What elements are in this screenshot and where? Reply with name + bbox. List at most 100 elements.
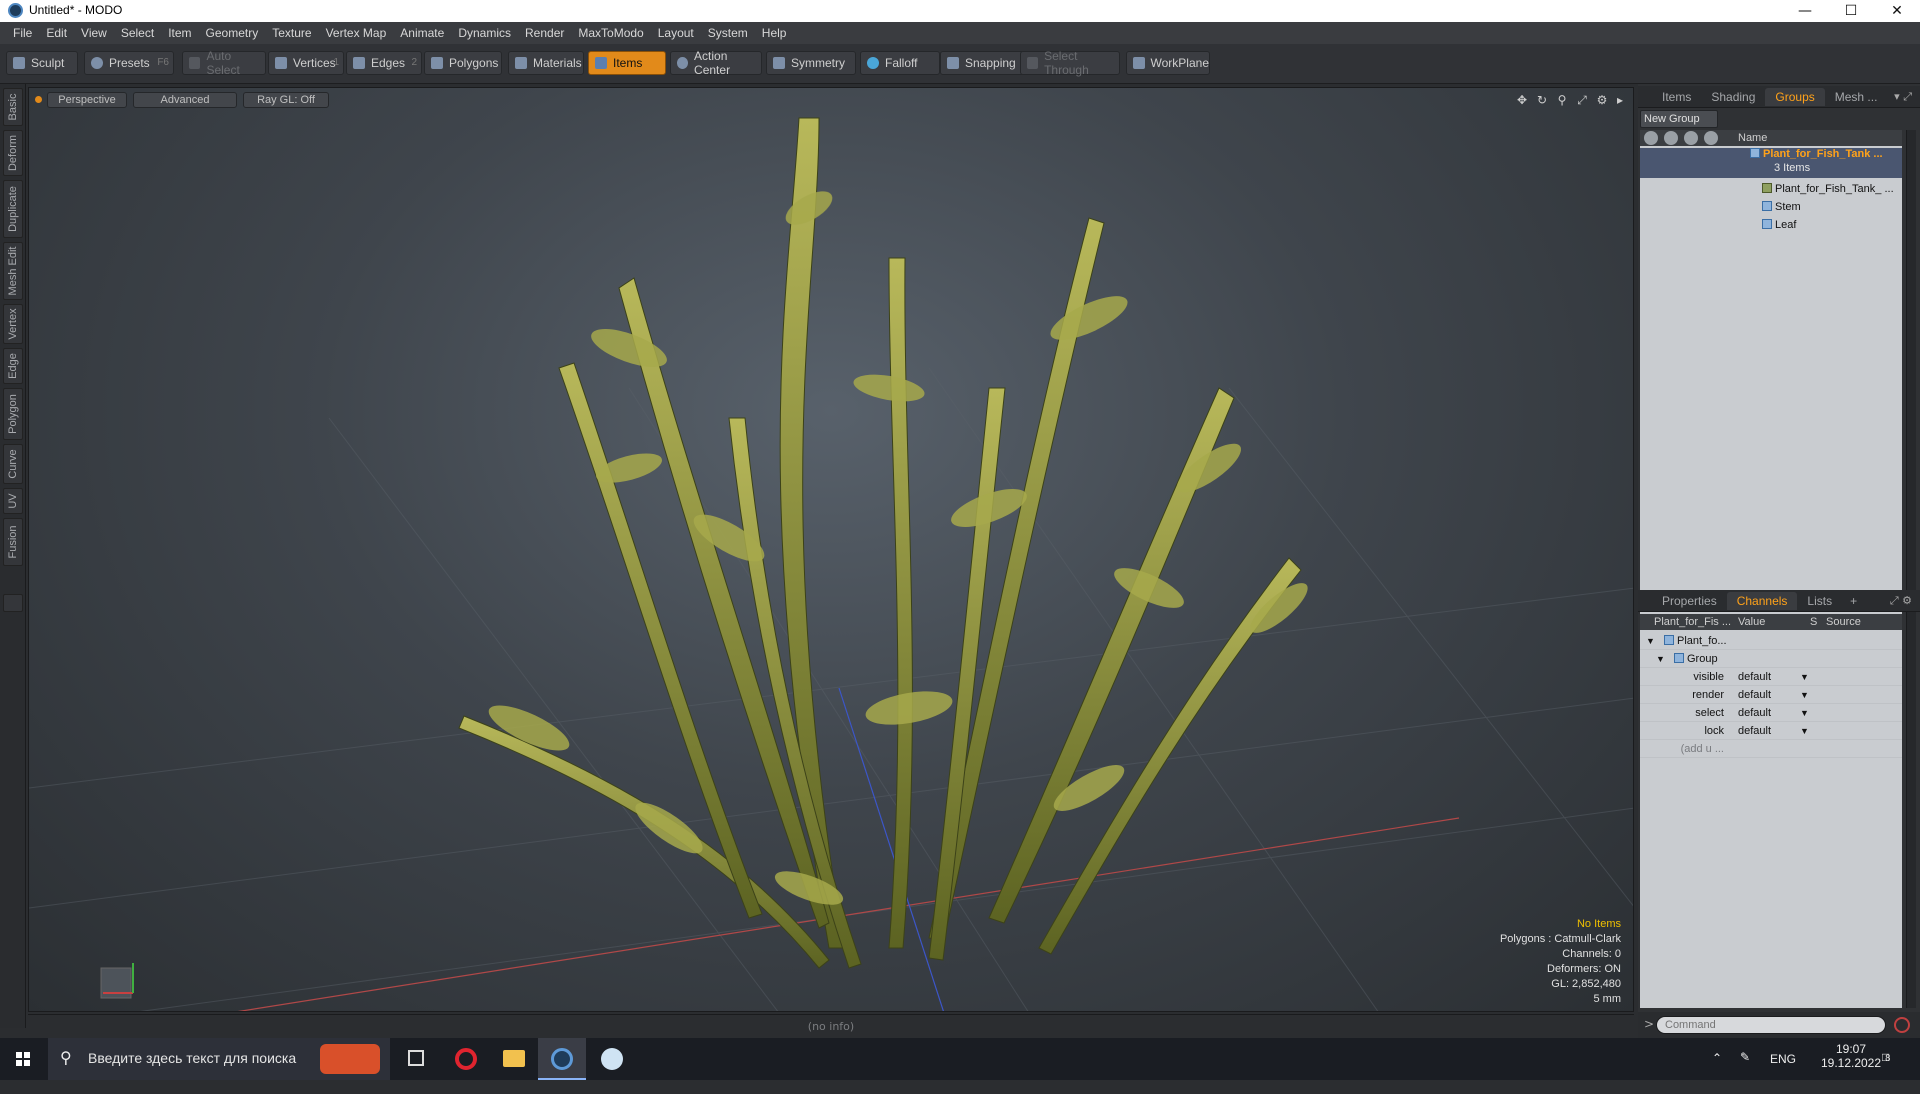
move-view-icon[interactable]: ✥ xyxy=(1515,93,1529,107)
table-row[interactable]: select default ▼ xyxy=(1640,704,1902,722)
3d-viewport[interactable]: Perspective Advanced Ray GL: Off ✥ ↻ ⚲ ⤢… xyxy=(28,87,1634,1012)
zoom-view-icon[interactable]: ⚲ xyxy=(1555,93,1569,107)
group-row-plant[interactable]: Plant_for_Fish_Tank ... 3 Items xyxy=(1640,148,1902,178)
chevron-down-icon[interactable]: ▼ xyxy=(1800,686,1809,704)
sculpt-button[interactable]: Sculpt xyxy=(6,51,78,75)
presets-button[interactable]: Presets F6 xyxy=(84,51,174,75)
snapping-button[interactable]: Snapping xyxy=(940,51,1024,75)
raygl-button[interactable]: Ray GL: Off xyxy=(243,92,329,108)
vertices-button[interactable]: Vertices 1 xyxy=(268,51,344,75)
rotate-view-icon[interactable]: ↻ xyxy=(1535,93,1549,107)
materials-button[interactable]: Materials xyxy=(508,51,584,75)
table-row[interactable]: visible default ▼ xyxy=(1640,668,1902,686)
menu-animate[interactable]: Animate xyxy=(393,26,451,40)
channel-value[interactable]: default xyxy=(1738,704,1771,722)
channel-value[interactable]: default xyxy=(1738,722,1771,740)
select-toggle-icon[interactable] xyxy=(1704,131,1718,145)
fit-view-icon[interactable]: ⤢ xyxy=(1575,93,1589,107)
tab-channels[interactable]: Channels xyxy=(1726,591,1798,610)
close-icon[interactable]: ✕ xyxy=(1874,0,1920,22)
menu-layout[interactable]: Layout xyxy=(651,26,701,40)
maximize-icon[interactable]: ☐ xyxy=(1828,0,1874,22)
tab-mesh-edit[interactable]: Mesh Edit xyxy=(3,242,23,300)
auto-select-button[interactable]: Auto Select xyxy=(182,49,266,77)
tab-polygon[interactable]: Polygon xyxy=(3,388,23,440)
pen-icon[interactable]: ✎ xyxy=(1740,1050,1750,1092)
table-row[interactable]: lock default ▼ xyxy=(1640,722,1902,740)
tab-groups[interactable]: Groups xyxy=(1765,87,1825,106)
tab-lists[interactable]: Lists xyxy=(1797,592,1842,610)
polygons-button[interactable]: Polygons xyxy=(424,51,502,75)
tab-basic[interactable]: Basic xyxy=(3,88,23,126)
tab-curve[interactable]: Curve xyxy=(3,444,23,484)
chevron-up-icon[interactable]: ⌃ xyxy=(1712,1051,1722,1093)
menu-vertex-map[interactable]: Vertex Map xyxy=(319,26,394,40)
list-item[interactable]: Stem xyxy=(1640,198,1902,216)
taskbar-search-box[interactable]: ⚲ Введите здесь текст для поиска xyxy=(48,1038,390,1080)
menu-texture[interactable]: Texture xyxy=(265,26,318,40)
table-row[interactable]: render default ▼ xyxy=(1640,686,1902,704)
language-indicator[interactable]: ENG xyxy=(1770,1052,1796,1094)
edges-button[interactable]: Edges 2 xyxy=(346,51,422,75)
menu-system[interactable]: System xyxy=(701,26,755,40)
tab-fusion[interactable]: Fusion xyxy=(3,518,23,566)
tab-edge[interactable]: Edge xyxy=(3,348,23,384)
workplane-button[interactable]: WorkPlane xyxy=(1126,51,1210,75)
gear-icon[interactable]: ⚙ xyxy=(1595,93,1609,107)
lock-icon[interactable] xyxy=(1684,131,1698,145)
panel-expand-icon[interactable]: ▾ ⤢ xyxy=(1894,90,1912,104)
tab-mesh[interactable]: Mesh ... xyxy=(1825,88,1888,106)
falloff-button[interactable]: Falloff xyxy=(860,51,940,75)
notification-icon[interactable]: □8 xyxy=(1882,1050,1890,1092)
advanced-button[interactable]: Advanced xyxy=(133,92,237,108)
menu-item[interactable]: Item xyxy=(161,26,198,40)
symmetry-button[interactable]: Symmetry xyxy=(766,51,856,75)
channel-value[interactable]: default xyxy=(1738,686,1771,704)
tab-duplicate[interactable]: Duplicate xyxy=(3,180,23,238)
paint-app-icon[interactable] xyxy=(588,1038,636,1080)
menu-geometry[interactable]: Geometry xyxy=(199,26,266,40)
menu-help[interactable]: Help xyxy=(755,26,794,40)
tab-items[interactable]: Items xyxy=(1652,88,1701,106)
channel-group-row[interactable]: ▼ Group xyxy=(1640,650,1902,668)
eye-icon[interactable] xyxy=(1644,131,1658,145)
menu-edit[interactable]: Edit xyxy=(39,26,74,40)
tab-properties[interactable]: Properties xyxy=(1652,592,1727,610)
tab-deform[interactable]: Deform xyxy=(3,130,23,176)
minimize-icon[interactable]: — xyxy=(1782,0,1828,22)
clock[interactable]: 19:07 19.12.2022 xyxy=(1814,1042,1888,1084)
list-item[interactable]: Leaf xyxy=(1640,216,1902,234)
menu-view[interactable]: View xyxy=(74,26,114,40)
add-tab-button[interactable]: + xyxy=(1842,592,1865,610)
opera-icon[interactable] xyxy=(442,1038,490,1080)
menu-dynamics[interactable]: Dynamics xyxy=(451,26,518,40)
chevron-down-icon[interactable]: ▼ xyxy=(1646,632,1655,650)
chevron-down-icon[interactable]: ▼ xyxy=(1656,650,1665,668)
file-explorer-icon[interactable] xyxy=(490,1038,538,1080)
items-button[interactable]: Items xyxy=(588,51,666,75)
menu-file[interactable]: File xyxy=(6,26,39,40)
command-input[interactable] xyxy=(1656,1016,1886,1034)
perspective-button[interactable]: Perspective xyxy=(47,92,127,108)
chevron-down-icon[interactable]: ▼ xyxy=(1800,722,1809,740)
channels-scrollbar[interactable] xyxy=(1906,614,1916,1008)
channel-value[interactable]: default xyxy=(1738,668,1771,686)
tab-uv[interactable]: UV xyxy=(3,488,23,514)
tab-expand[interactable] xyxy=(3,594,23,612)
render-toggle-icon[interactable] xyxy=(1664,131,1678,145)
select-through-button[interactable]: Select Through xyxy=(1020,49,1120,77)
windows-start-button[interactable] xyxy=(0,1038,46,1080)
task-view-icon[interactable] xyxy=(392,1038,440,1080)
tab-shading[interactable]: Shading xyxy=(1701,88,1765,106)
add-user-channel-row[interactable]: (add u ... xyxy=(1640,740,1902,758)
channel-root-row[interactable]: ▼ Plant_fo... xyxy=(1640,632,1902,650)
menu-select[interactable]: Select xyxy=(114,26,161,40)
chevron-down-icon[interactable]: ▼ xyxy=(1800,668,1809,686)
tab-vertex[interactable]: Vertex xyxy=(3,304,23,344)
new-group-button[interactable]: New Group xyxy=(1640,110,1718,128)
modo-taskbar-icon[interactable] xyxy=(538,1038,586,1080)
list-item[interactable]: Plant_for_Fish_Tank_ ... xyxy=(1640,180,1902,198)
action-center-button[interactable]: Action Center xyxy=(670,49,762,77)
viewport-options-dot[interactable] xyxy=(35,96,42,103)
menu-render[interactable]: Render xyxy=(518,26,571,40)
